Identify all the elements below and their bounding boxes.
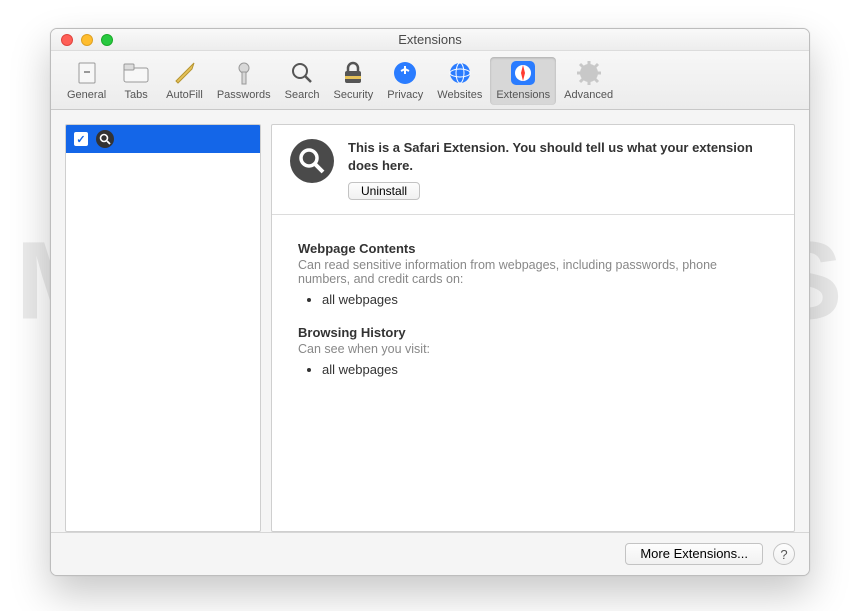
tab-label: Passwords [217,89,271,101]
permissions-bullet: all webpages [322,362,768,377]
tab-label: General [67,89,106,101]
permissions-heading: Webpage Contents [298,241,768,256]
extension-large-icon [290,139,334,183]
extensions-sidebar: ✓ [65,124,261,532]
privacy-icon [391,59,419,87]
tab-label: Advanced [564,89,613,101]
tab-label: Extensions [496,89,550,101]
detail-body: Webpage Contents Can read sensitive info… [272,215,794,421]
checkbox-icon[interactable]: ✓ [74,132,88,146]
extension-description: This is a Safari Extension. You should t… [348,139,776,174]
permissions-bullet: all webpages [322,292,768,307]
titlebar: Extensions [51,29,809,51]
footer: More Extensions... ? [51,532,809,575]
tab-label: Tabs [125,89,148,101]
permissions-subtext: Can read sensitive information from webp… [298,258,768,286]
tab-general[interactable]: General [61,57,112,105]
websites-icon [446,59,474,87]
tab-tabs[interactable]: Tabs [114,57,158,105]
tab-privacy[interactable]: Privacy [381,57,429,105]
gear-icon [575,59,603,87]
tab-extensions[interactable]: Extensions [490,57,556,105]
tab-label: Privacy [387,89,423,101]
key-icon [230,59,258,87]
preferences-window: Extensions General Tabs AutoFill Passwor… [50,28,810,576]
uninstall-button[interactable]: Uninstall [348,182,420,200]
extension-search-icon [96,130,114,148]
tab-passwords[interactable]: Passwords [211,57,277,105]
general-icon [73,59,101,87]
extension-list-item[interactable]: ✓ [66,125,260,153]
search-icon [288,59,316,87]
tab-advanced[interactable]: Advanced [558,57,619,105]
help-button[interactable]: ? [773,543,795,565]
permissions-heading: Browsing History [298,325,768,340]
extensions-icon [509,59,537,87]
tab-autofill[interactable]: AutoFill [160,57,209,105]
tab-label: AutoFill [166,89,203,101]
detail-header: This is a Safari Extension. You should t… [272,125,794,215]
toolbar: General Tabs AutoFill Passwords Search [51,51,809,110]
content-area: ✓ This is a Safari Extension. You should… [51,110,809,532]
window-title: Extensions [51,32,809,47]
tab-label: Websites [437,89,482,101]
lock-icon [339,59,367,87]
tab-websites[interactable]: Websites [431,57,488,105]
extension-detail: This is a Safari Extension. You should t… [271,124,795,532]
tab-label: Search [285,89,320,101]
more-extensions-button[interactable]: More Extensions... [625,543,763,565]
autofill-icon [170,59,198,87]
tab-security[interactable]: Security [327,57,379,105]
tab-search[interactable]: Search [279,57,326,105]
tab-label: Security [333,89,373,101]
permissions-subtext: Can see when you visit: [298,342,768,356]
tabs-icon [122,59,150,87]
